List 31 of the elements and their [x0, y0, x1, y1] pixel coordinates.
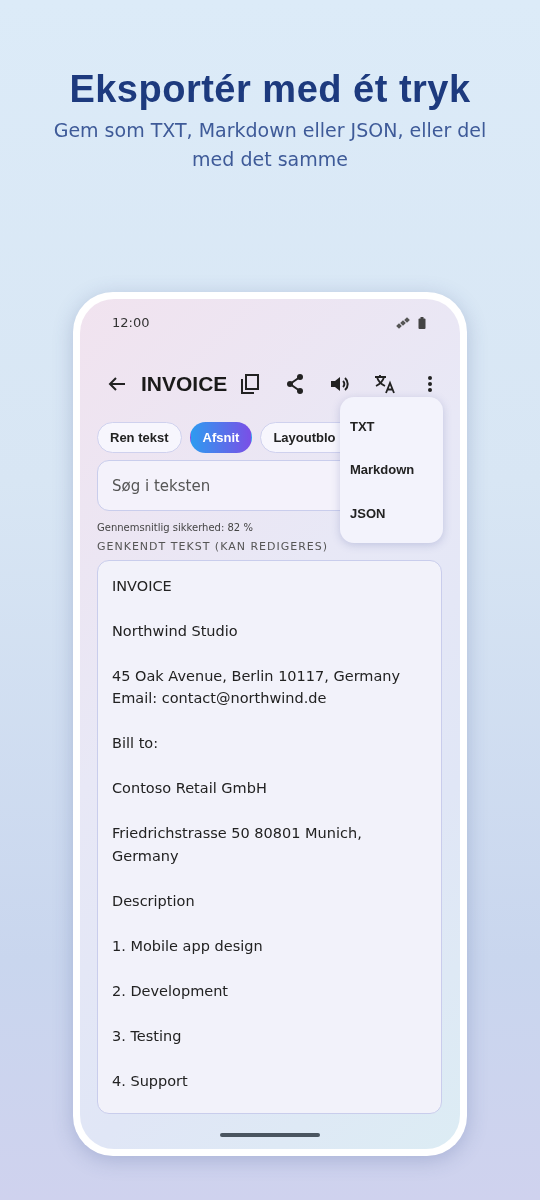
battery-icon	[418, 316, 426, 329]
filter-chip[interactable]: Ren tekst	[97, 421, 182, 454]
section-label: GENKENDT TEKST (KAN REDIGERES)	[97, 539, 330, 556]
copy-icon	[241, 373, 259, 394]
text-line: 45 Oak Avenue, Berlin 10117, Germany	[112, 666, 402, 686]
text-line: Bill to:	[112, 734, 160, 754]
text-line: Friedrichstrasse 50 80801 Munich,	[112, 824, 363, 844]
back-arrow-icon	[108, 375, 126, 392]
text-line: 3. Testing	[112, 1026, 183, 1046]
text-line: Germany	[112, 846, 180, 866]
filter-chip[interactable]: Afsnit	[189, 421, 253, 454]
text-line: Email: contact@northwind.de	[112, 689, 328, 709]
status-time: 12:00	[112, 313, 150, 332]
text-line: Contoso Retail GmbH	[112, 779, 268, 799]
text-line: 1. Mobile app design	[112, 936, 264, 956]
confidence-text: Gennemsnitlig sikkerhed: 82 %	[97, 521, 254, 536]
text-line: Northwind Studio	[112, 621, 239, 641]
share-icon	[286, 373, 304, 394]
text-line: 2. Development	[112, 981, 230, 1001]
more-icon	[428, 374, 432, 393]
text-line: Description	[112, 891, 196, 911]
screen-title: INVOICE	[141, 370, 228, 397]
headline: Eksportér med ét tryk	[68, 67, 472, 112]
text-line: INVOICE	[112, 576, 173, 596]
speaker-icon	[330, 374, 350, 393]
text-line: 4. Support	[112, 1071, 189, 1091]
text-area[interactable]	[97, 559, 442, 1114]
copy-button[interactable]	[238, 371, 262, 396]
translate-icon	[374, 373, 396, 394]
satellite-icon	[396, 316, 410, 329]
subheadline: Gem som TXT, Markdown eller JSON, eller del med det samme	[52, 117, 488, 172]
